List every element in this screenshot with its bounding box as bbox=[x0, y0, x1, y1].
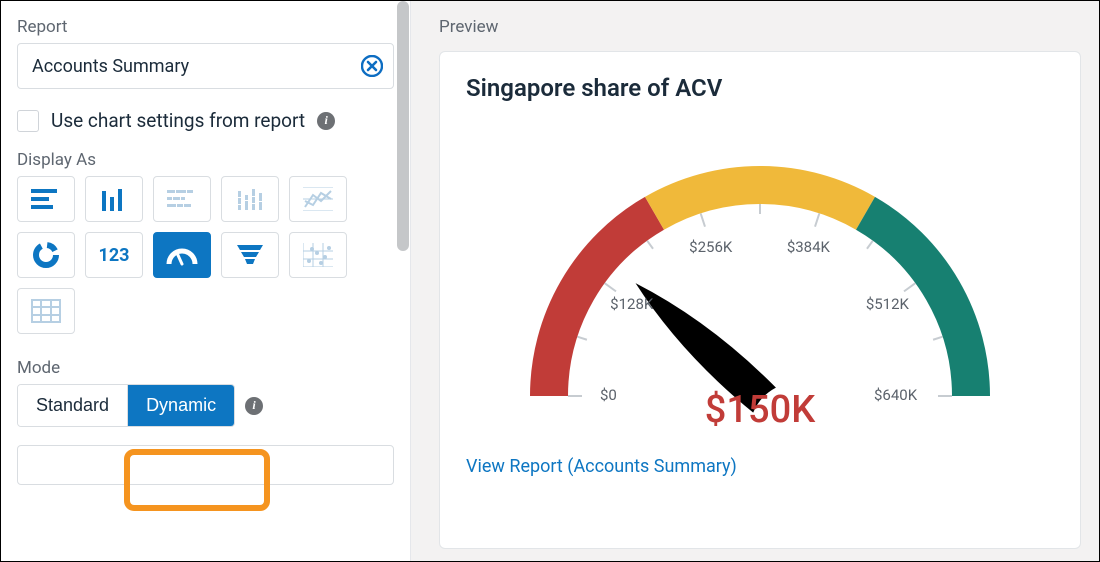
chart-type-table[interactable] bbox=[17, 288, 75, 334]
report-label: Report bbox=[17, 17, 394, 37]
gauge-tick-label: $256K bbox=[689, 238, 732, 256]
chart-type-donut[interactable] bbox=[17, 232, 75, 278]
scatter-icon bbox=[303, 243, 333, 267]
gauge-tick-label: $128K bbox=[610, 295, 653, 313]
mode-toggle: Standard Dynamic bbox=[17, 384, 235, 427]
preview-label: Preview bbox=[439, 17, 1081, 37]
report-value: Accounts Summary bbox=[32, 56, 189, 77]
info-icon[interactable]: i bbox=[317, 112, 335, 130]
options-box[interactable] bbox=[17, 445, 394, 485]
use-chart-settings-checkbox[interactable] bbox=[17, 110, 39, 132]
chart-type-scatter[interactable] bbox=[289, 232, 347, 278]
funnel-icon bbox=[235, 243, 265, 267]
gauge-tick-label: $384K bbox=[787, 238, 830, 256]
info-icon[interactable]: i bbox=[245, 397, 263, 415]
preview-card: Singapore share of ACV $0 $128K $256K $384K… bbox=[439, 51, 1081, 549]
chart-type-funnel[interactable] bbox=[221, 232, 279, 278]
use-chart-settings-label: Use chart settings from report bbox=[51, 109, 305, 132]
stacked-vbar-icon bbox=[235, 187, 265, 211]
stacked-hbar-icon bbox=[167, 187, 197, 211]
vbar-icon bbox=[99, 187, 129, 211]
gauge-tick-label: $512K bbox=[866, 295, 909, 313]
clear-report-button[interactable] bbox=[361, 55, 383, 77]
view-report-link[interactable]: View Report (Accounts Summary) bbox=[466, 456, 1054, 477]
config-panel: Report Accounts Summary Use chart settin… bbox=[1, 1, 411, 561]
gauge-chart: $0$128K$256K$384K$512K$640K $150K bbox=[480, 106, 1040, 426]
mode-label: Mode bbox=[17, 358, 394, 378]
display-as-label: Display As bbox=[17, 150, 394, 170]
chart-type-stacked-vbar[interactable] bbox=[221, 176, 279, 222]
gauge-tick-label: $0 bbox=[600, 386, 617, 404]
left-scrollbar[interactable] bbox=[396, 1, 410, 561]
line-icon bbox=[303, 187, 333, 211]
report-input[interactable]: Accounts Summary bbox=[17, 43, 394, 89]
scrollbar-thumb[interactable] bbox=[397, 1, 409, 251]
chart-type-vbar[interactable] bbox=[85, 176, 143, 222]
mode-standard-button[interactable]: Standard bbox=[18, 385, 127, 426]
gauge-icon bbox=[165, 242, 199, 268]
chart-type-gauge[interactable] bbox=[153, 232, 211, 278]
hbar-icon bbox=[31, 187, 61, 211]
metric-icon: 123 bbox=[99, 245, 130, 266]
chart-type-stacked-hbar[interactable] bbox=[153, 176, 211, 222]
mode-dynamic-button[interactable]: Dynamic bbox=[127, 385, 234, 426]
table-icon bbox=[31, 299, 61, 323]
chart-type-hbar[interactable] bbox=[17, 176, 75, 222]
gauge-value: $150K bbox=[705, 388, 815, 432]
gauge-tick-label: $640K bbox=[874, 386, 917, 404]
close-circle-icon bbox=[361, 55, 383, 77]
preview-panel: Preview Singapore share of ACV $0 $128K $2… bbox=[411, 1, 1099, 561]
chart-type-metric[interactable]: 123 bbox=[85, 232, 143, 278]
chart-type-line[interactable] bbox=[289, 176, 347, 222]
donut-icon bbox=[31, 240, 61, 270]
card-title: Singapore share of ACV bbox=[466, 74, 1054, 102]
chart-type-grid: 123 bbox=[17, 176, 394, 334]
